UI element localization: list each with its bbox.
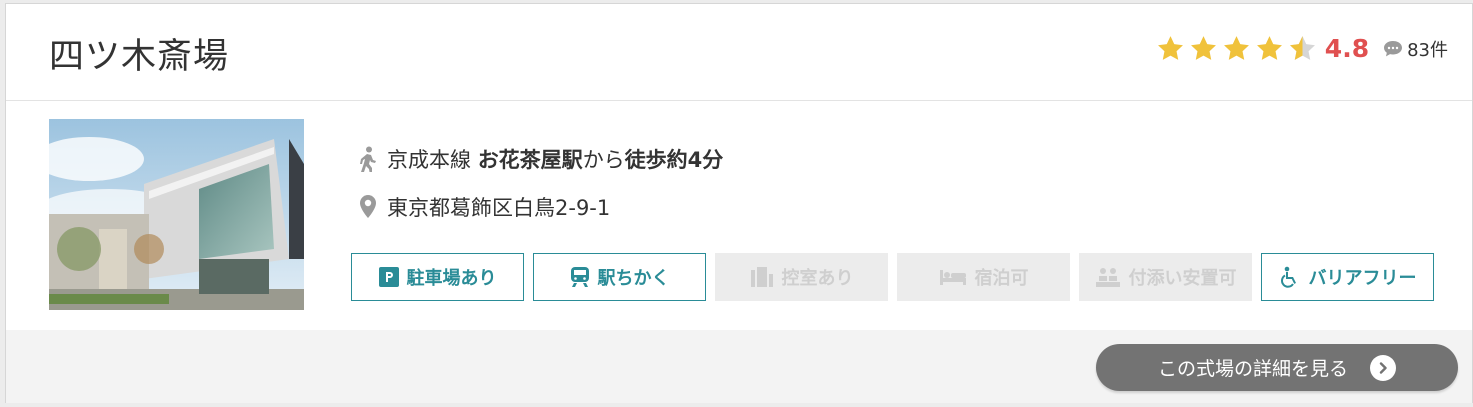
tag-attendance: 付添い安置可 bbox=[1079, 253, 1252, 301]
rating-score: 4.8 bbox=[1324, 34, 1370, 63]
star-rating bbox=[1156, 34, 1317, 63]
parking-icon bbox=[378, 267, 399, 287]
tag-near-station[interactable]: 駅ちかく bbox=[533, 253, 706, 301]
card-footer: この式場の詳細を見る bbox=[6, 330, 1472, 403]
review-count[interactable]: 83件 bbox=[1383, 36, 1448, 62]
walking-person-icon bbox=[360, 146, 376, 172]
tag-waiting-room: 控室あり bbox=[715, 253, 888, 301]
half-star-icon bbox=[1289, 36, 1315, 60]
train-icon bbox=[570, 267, 589, 287]
tag-label: 駅ちかく bbox=[597, 268, 670, 289]
access-line: 京成本線 bbox=[387, 148, 471, 172]
tag-label: 控室あり bbox=[781, 268, 854, 289]
rating: 4.8 83件 bbox=[1156, 34, 1448, 63]
tag-barrier-free[interactable]: バリアフリー bbox=[1261, 253, 1434, 301]
view-details-label: この式場の詳細を見る bbox=[1157, 358, 1348, 380]
view-details-button[interactable]: この式場の詳細を見る bbox=[1096, 344, 1458, 391]
building-photo-icon bbox=[49, 119, 304, 310]
waiting-room-icon bbox=[750, 267, 773, 287]
access-station: お花茶屋駅 bbox=[477, 148, 583, 172]
address-info: 東京都葛飾区白鳥2-9-1 bbox=[357, 192, 610, 222]
access-connector: から bbox=[582, 148, 625, 172]
tag-label: 付添い安置可 bbox=[1128, 268, 1237, 289]
address-text: 東京都葛飾区白鳥2-9-1 bbox=[387, 196, 611, 220]
star-icon bbox=[1157, 36, 1183, 60]
star-icon bbox=[1190, 36, 1216, 60]
tag-overnight: 宿泊可 bbox=[897, 253, 1070, 301]
card-header: 四ツ木斎場 4.8 83件 bbox=[6, 4, 1472, 101]
tag-label: 宿泊可 bbox=[974, 268, 1029, 289]
wheelchair-icon bbox=[1280, 266, 1296, 288]
tag-parking[interactable]: 駐車場あり bbox=[351, 253, 524, 301]
star-icon bbox=[1256, 36, 1282, 60]
tag-label: バリアフリー bbox=[1308, 268, 1417, 289]
star-icon bbox=[1223, 36, 1249, 60]
review-count-label: 83件 bbox=[1407, 39, 1448, 61]
speech-bubble-icon bbox=[1384, 40, 1403, 56]
venue-card: 四ツ木斎場 4.8 83件 京成本線 お花茶屋駅 から 徒歩約4分 東京都葛飾区… bbox=[5, 3, 1473, 403]
venue-photo[interactable] bbox=[49, 119, 304, 310]
bed-icon bbox=[939, 270, 966, 285]
access-info: 京成本線 お花茶屋駅 から 徒歩約4分 bbox=[357, 144, 723, 174]
chevron-right-icon bbox=[1370, 354, 1396, 381]
tag-label: 駐車場あり bbox=[406, 268, 497, 289]
feature-tags: 駐車場あり 駅ちかく 控室あり 宿泊可 付添い安置可 バリアフリー bbox=[351, 253, 1434, 301]
map-pin-icon bbox=[360, 195, 376, 218]
access-walk: 徒歩約4分 bbox=[624, 148, 724, 172]
venue-title[interactable]: 四ツ木斎場 bbox=[49, 28, 229, 79]
attendance-icon bbox=[1095, 268, 1120, 287]
